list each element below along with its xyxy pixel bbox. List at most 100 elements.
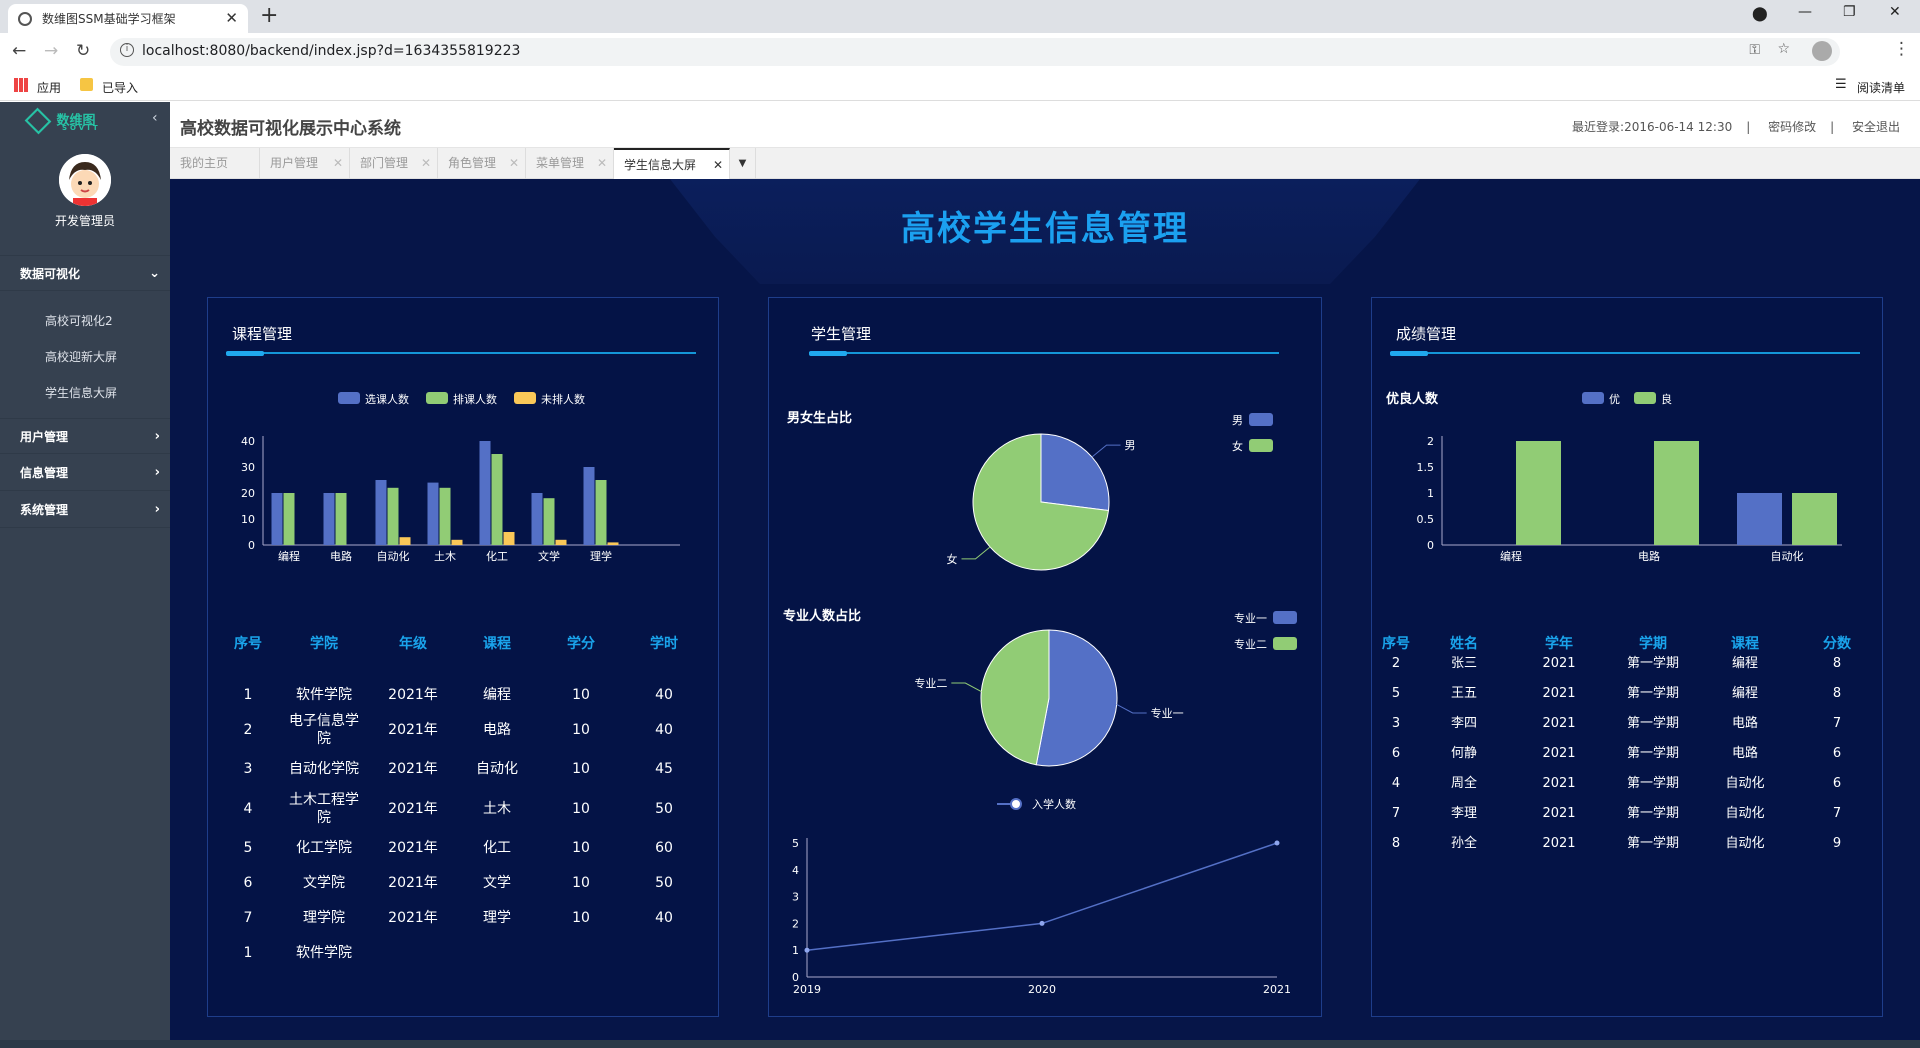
table-cell: 6 xyxy=(1832,746,1842,761)
restore-button[interactable]: ❐ xyxy=(1843,4,1856,20)
tab-departments[interactable]: 部门管理 ✕ xyxy=(350,148,438,179)
table-cell: 软件学院 xyxy=(296,687,352,703)
tick-label: 5 xyxy=(792,837,799,850)
table-cell: 李理 xyxy=(1450,806,1477,821)
site-icon xyxy=(18,11,32,26)
table-cell: 50 xyxy=(655,875,673,891)
bar xyxy=(1737,493,1782,545)
table-cell: 软件学院 xyxy=(296,945,352,961)
taskbar-strip xyxy=(0,1040,1920,1048)
table-cell: 第一学期 xyxy=(1626,656,1679,671)
table-cell: 自动化 xyxy=(1725,836,1765,851)
forward-icon[interactable]: → xyxy=(44,41,58,61)
new-tab-button[interactable]: + xyxy=(260,3,278,28)
bar xyxy=(283,493,295,545)
collapse-sidebar-icon[interactable]: ‹ xyxy=(152,110,158,126)
close-tab-icon[interactable]: ✕ xyxy=(225,9,238,27)
bar xyxy=(491,454,503,545)
bookmark-apps[interactable]: 应用 xyxy=(37,79,61,96)
url-field[interactable]: i localhost:8080/backend/index.jsp?d=163… xyxy=(110,38,1840,66)
reload-icon[interactable]: ↻ xyxy=(76,41,90,61)
table-cell: 编程 xyxy=(1731,686,1758,701)
tab-more-dropdown[interactable]: ▼ xyxy=(730,148,756,179)
tab-home[interactable]: 我的主页 xyxy=(170,148,260,179)
close-icon[interactable]: ✕ xyxy=(597,148,607,179)
more-menu-icon[interactable]: ⋮ xyxy=(1893,39,1910,59)
table-cell: 何静 xyxy=(1450,746,1477,761)
browser-window: 数维图SSM基础学习框架 ✕ + ⬤ — ❐ ✕ ← → ↻ i localho… xyxy=(0,0,1920,1048)
submenu-item-student-screen[interactable]: 学生信息大屏 xyxy=(45,384,117,401)
tick-label: 化工 xyxy=(486,549,508,563)
bookmarks-bar: 应用 已导入 ☰ 阅读清单 xyxy=(0,71,1920,101)
bookmark-imported[interactable]: 已导入 xyxy=(102,79,138,96)
star-icon[interactable]: ☆ xyxy=(1777,41,1790,57)
bar xyxy=(1654,441,1699,545)
student-panel: 学生管理 男女生占比男女男女 专业人数占比 专业一 专业二 专业一 专业二 入学人数 0 1… xyxy=(768,297,1322,1017)
legend-swatch xyxy=(426,392,448,404)
minimize-button[interactable]: — xyxy=(1798,4,1812,20)
profile-dropdown-icon[interactable]: ⬤ xyxy=(1752,6,1768,22)
bar xyxy=(387,487,399,545)
table-cell: 4 xyxy=(243,801,253,817)
tick-label: 2021 xyxy=(1263,983,1291,996)
menu-system[interactable]: 系统管理 › xyxy=(0,492,170,528)
bar xyxy=(375,480,387,545)
close-icon[interactable]: ✕ xyxy=(421,148,431,179)
logout-link[interactable]: 安全退出 xyxy=(1852,120,1900,134)
close-window-button[interactable]: ✕ xyxy=(1889,4,1901,20)
menu-info[interactable]: 信息管理 › xyxy=(0,455,170,491)
label-line xyxy=(1091,444,1121,458)
bar xyxy=(503,532,515,545)
panel-title: 课程管理 xyxy=(232,325,293,343)
chart-title: 专业人数占比 xyxy=(783,608,861,624)
table-cell: 6 xyxy=(1832,776,1842,791)
bar xyxy=(607,542,619,545)
legend-label: 优 xyxy=(1609,393,1620,406)
legend-swatch xyxy=(1249,439,1273,452)
table-cell: 编程 xyxy=(1731,656,1758,671)
key-icon[interactable]: ⚿ xyxy=(1749,42,1760,58)
submenu-item-welcome[interactable]: 高校迎新大屏 xyxy=(45,348,117,365)
menu-user[interactable]: 用户管理 › xyxy=(0,418,170,454)
label-line xyxy=(961,546,991,560)
reading-list[interactable]: 阅读清单 xyxy=(1857,79,1905,96)
label-line xyxy=(951,682,982,693)
table-header: 学时 xyxy=(650,636,678,652)
submenu-item-visual2[interactable]: 高校可视化2 xyxy=(45,312,113,329)
data-point xyxy=(804,947,810,953)
info-icon[interactable]: i xyxy=(120,43,134,57)
legend-label: 未排人数 xyxy=(541,392,585,406)
tick-label: 3 xyxy=(792,891,799,904)
username: 开发管理员 xyxy=(54,214,115,228)
close-icon[interactable]: ✕ xyxy=(509,148,519,179)
data-point xyxy=(1039,920,1045,926)
legend-swatch xyxy=(1634,392,1656,404)
bar xyxy=(451,539,463,545)
legend-swatch xyxy=(338,392,360,404)
table-cell: 电子信息学院 xyxy=(289,713,359,747)
table-cell: 王五 xyxy=(1450,686,1477,701)
change-password-link[interactable]: 密码修改 xyxy=(1768,120,1816,134)
tab-roles[interactable]: 角色管理 ✕ xyxy=(438,148,526,179)
menu-label: 用户管理 xyxy=(20,430,69,444)
legend-swatch xyxy=(1273,637,1297,650)
avatar xyxy=(59,154,111,206)
menu-data-visual[interactable]: 数据可视化 ⌄ xyxy=(0,255,170,291)
tab-users[interactable]: 用户管理 ✕ xyxy=(260,148,350,179)
browser-tab[interactable]: 数维图SSM基础学习框架 ✕ xyxy=(8,4,248,33)
bar xyxy=(323,493,335,545)
tick-label: 2019 xyxy=(793,983,821,996)
system-header: 高校数据可视化展示中心系统 最近登录:2016-06-14 12:30 | 密码修… xyxy=(170,102,1920,148)
logo: 数维图 SOVIT xyxy=(24,107,98,135)
tab-menus[interactable]: 菜单管理 ✕ xyxy=(526,148,614,179)
table-cell: 45 xyxy=(655,761,673,777)
close-icon[interactable]: ✕ xyxy=(713,150,723,181)
chevron-down-icon: ⌄ xyxy=(149,266,160,281)
back-icon[interactable]: ← xyxy=(12,41,26,61)
tick-label: 自动化 xyxy=(1771,549,1804,563)
account-icon[interactable] xyxy=(1812,41,1832,61)
legend-label: 女 xyxy=(1232,439,1243,453)
close-icon[interactable]: ✕ xyxy=(333,148,343,179)
tab-student-screen[interactable]: 学生信息大屏 ✕ xyxy=(614,148,730,179)
table-cell: 40 xyxy=(655,910,673,926)
